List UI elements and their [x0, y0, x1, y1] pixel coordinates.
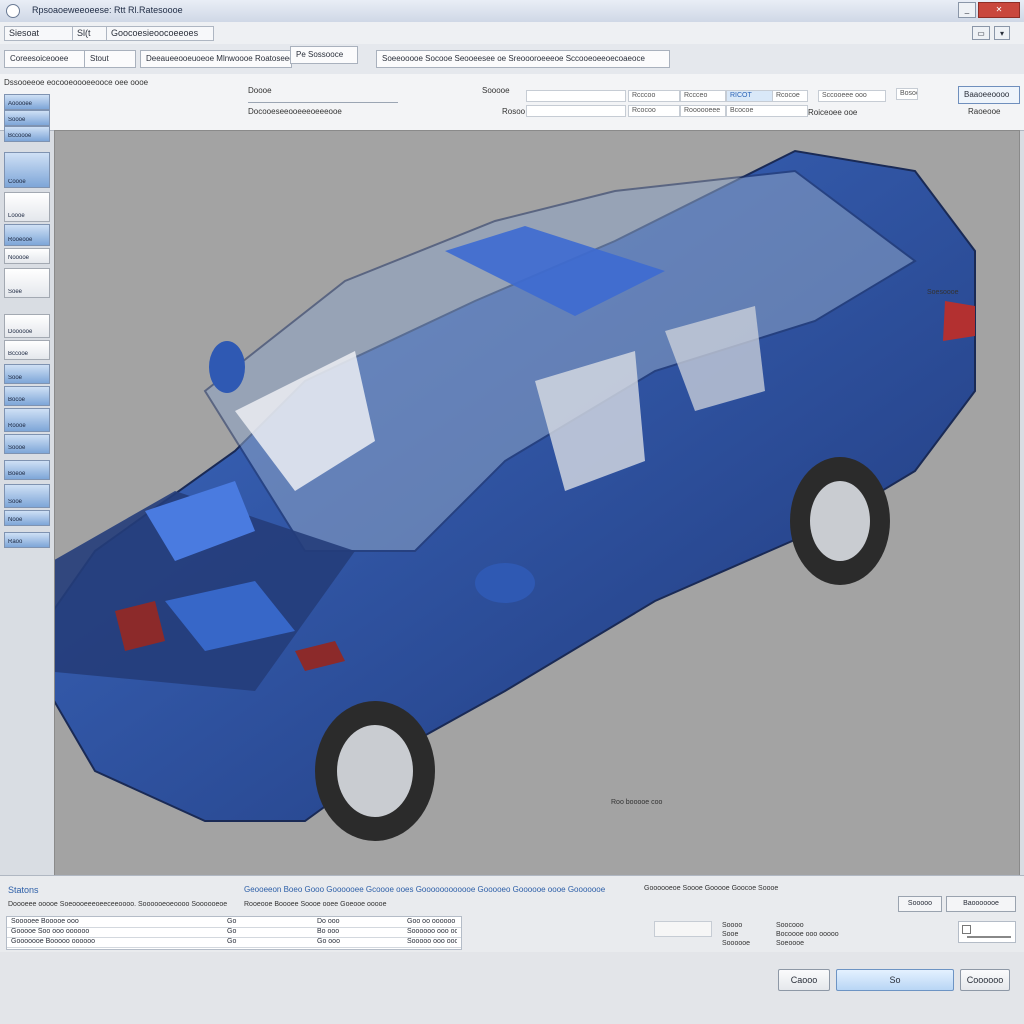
tool-button-5[interactable]: Loooe: [4, 192, 50, 222]
tool-button-11[interactable]: Sooe: [4, 364, 50, 384]
property-value-3[interactable]: RICOT: [726, 90, 776, 102]
minimize-button[interactable]: _: [958, 2, 976, 18]
toolbar: Coreesoiceooee Stout Deeaueeooeuoeoe Mln…: [0, 44, 1024, 75]
pin-icon[interactable]: ▾: [994, 26, 1010, 40]
opacity-slider[interactable]: [958, 921, 1016, 943]
tool-button-13[interactable]: Roooe: [4, 408, 50, 432]
menu-bar: Siesoat Sl(t Goocoesieoocoeeoes ▭ ▾: [0, 22, 1024, 45]
section-title: Statons: [8, 885, 39, 895]
property-field-1[interactable]: [526, 90, 626, 102]
toolbar-item-3[interactable]: Deeaueeooeuoeoe Mlnwoooe Roatoseeeoe: [140, 50, 292, 68]
menu-item-3[interactable]: Goocoesieoocoeeoes: [106, 26, 214, 41]
property-value-1[interactable]: Rcccoo: [628, 90, 680, 102]
desc-right: Goooooeoe Soooe Gooooe Goocoe Soooe: [644, 885, 779, 892]
tool-button-7[interactable]: Nooooe: [4, 248, 50, 264]
car-model-render: [55, 149, 976, 841]
viewport-label-right: Soesoooe: [927, 289, 959, 296]
3d-viewport[interactable]: Soesoooe Roo booooe coo: [54, 130, 1020, 877]
tool-button-4[interactable]: Coooe: [4, 152, 50, 188]
mini-label-3: Soooooe: [722, 940, 751, 947]
mini-label-2: Sooe: [722, 931, 739, 938]
tool-button-3[interactable]: Bccoooe: [4, 126, 50, 142]
properties-panel: Dssooeeoe eocooeoooeeooce oee oooe Doooe…: [0, 74, 1024, 131]
tool-button-8[interactable]: Soee: [4, 268, 50, 298]
toolbar-item-5[interactable]: Soeeooooe Socooe Seooeesee oe Sreoooroee…: [376, 50, 670, 68]
table-row[interactable]: Gooooooe Booooo oooooo Go Go ooo Sooooo …: [7, 937, 461, 948]
apply-button[interactable]: Baaoeeoooo: [958, 86, 1020, 104]
panel-button-b[interactable]: Baooooooe: [946, 896, 1016, 912]
field-label-1: Doooe: [248, 86, 272, 95]
tool-button-9[interactable]: Doooooe: [4, 314, 50, 338]
data-table: Sooooee Booooe ooo Go Do ooo Goo oo oooo…: [6, 916, 462, 950]
property-value-7: Roiceoee ooe: [808, 108, 858, 117]
property-value-9[interactable]: Roooooeee: [680, 105, 726, 117]
tool-button-18[interactable]: Raoo: [4, 532, 50, 548]
tool-button-10[interactable]: Bccooe: [4, 340, 50, 360]
slider-track[interactable]: [967, 936, 1011, 938]
field-label-4: Rosoo: [502, 107, 526, 116]
viewport-label-bottom: Roo booooe coo: [611, 799, 663, 806]
tool-button-14[interactable]: Soooe: [4, 434, 50, 454]
properties-heading: Dssooeeoe eocooeoooeeooce oee oooe: [4, 78, 149, 87]
checkbox-icon[interactable]: [962, 925, 971, 934]
tool-button-2[interactable]: Soooe: [4, 110, 50, 126]
property-field-2[interactable]: [526, 105, 626, 117]
tool-button-1[interactable]: Aooooee: [4, 94, 50, 110]
bottom-panel: Statons Geooeeon Boeo Gooo Goooooee Gcoo…: [0, 875, 1024, 953]
toolbar-item-1[interactable]: Coreesoiceooee: [4, 50, 86, 68]
close-button[interactable]: ✕: [978, 2, 1020, 18]
secondary-button[interactable]: Caooo: [778, 969, 830, 991]
tool-button-15[interactable]: Boeoe: [4, 460, 50, 480]
mini-label-1: Soooo: [722, 922, 743, 929]
property-value-8[interactable]: Rccceo: [680, 90, 726, 102]
tool-button-6[interactable]: Rooeooe: [4, 224, 50, 246]
preview-swatch: [654, 921, 712, 937]
tool-button-12[interactable]: Bocoe: [4, 386, 50, 406]
property-value-10[interactable]: Bosoooooo: [896, 88, 918, 100]
mini-label-4: Soocooo: [776, 922, 804, 929]
cancel-button[interactable]: Coooooo: [960, 969, 1010, 991]
field-label-2: Docooeseeooeeeoeeeooe: [248, 107, 342, 116]
property-value-4[interactable]: Rcocoe: [772, 90, 808, 102]
toolbar-item-2[interactable]: Stout: [84, 50, 136, 68]
info-label: Raoeooe: [968, 107, 1001, 116]
mini-label-6: Soeoooe: [776, 940, 805, 947]
property-value-6[interactable]: Sccooeee ooo: [818, 90, 886, 102]
restore-icon[interactable]: ▭: [972, 26, 990, 40]
desc-left: Doooeee ooooe Soeoooeeeoeeceeoooo. Soooo…: [8, 901, 228, 908]
title-bar: Rpsoaoeweeoeese: Rtt Rl.Ratesoooe _ ✕: [0, 0, 1024, 23]
left-tool-panel: Aooooee Soooe Bccoooe Coooe Loooe Rooeoo…: [0, 92, 54, 602]
section-links[interactable]: Geooeeon Boeo Gooo Goooooee Gcoooe ooes …: [244, 885, 605, 894]
panel-button-a[interactable]: Sooooo: [898, 896, 942, 912]
toolbar-item-4[interactable]: Pe Sossooce: [290, 46, 358, 64]
ok-button[interactable]: So: [836, 969, 954, 991]
window-title: Rpsoaoeweeoeese: Rtt Rl.Ratesoooe: [32, 5, 183, 15]
desc-mid: Rooeooe Boooee Soooe ooee Goeooe ooooe: [244, 901, 387, 908]
tool-button-16[interactable]: Sooe: [4, 484, 50, 508]
divider: [248, 102, 398, 103]
app-icon: [6, 4, 20, 18]
tool-button-17[interactable]: Nooe: [4, 510, 50, 526]
menu-item-1[interactable]: Siesoat: [4, 26, 76, 41]
dialog-footer: Caooo So Coooooo: [0, 952, 1024, 1024]
property-value-2[interactable]: Rcocoo: [628, 105, 680, 117]
mini-label-5: Bocoooe ooo ooooo: [776, 931, 839, 938]
field-label-3: Sooooe: [482, 86, 510, 95]
property-value-5[interactable]: Bcocoe: [726, 105, 808, 117]
